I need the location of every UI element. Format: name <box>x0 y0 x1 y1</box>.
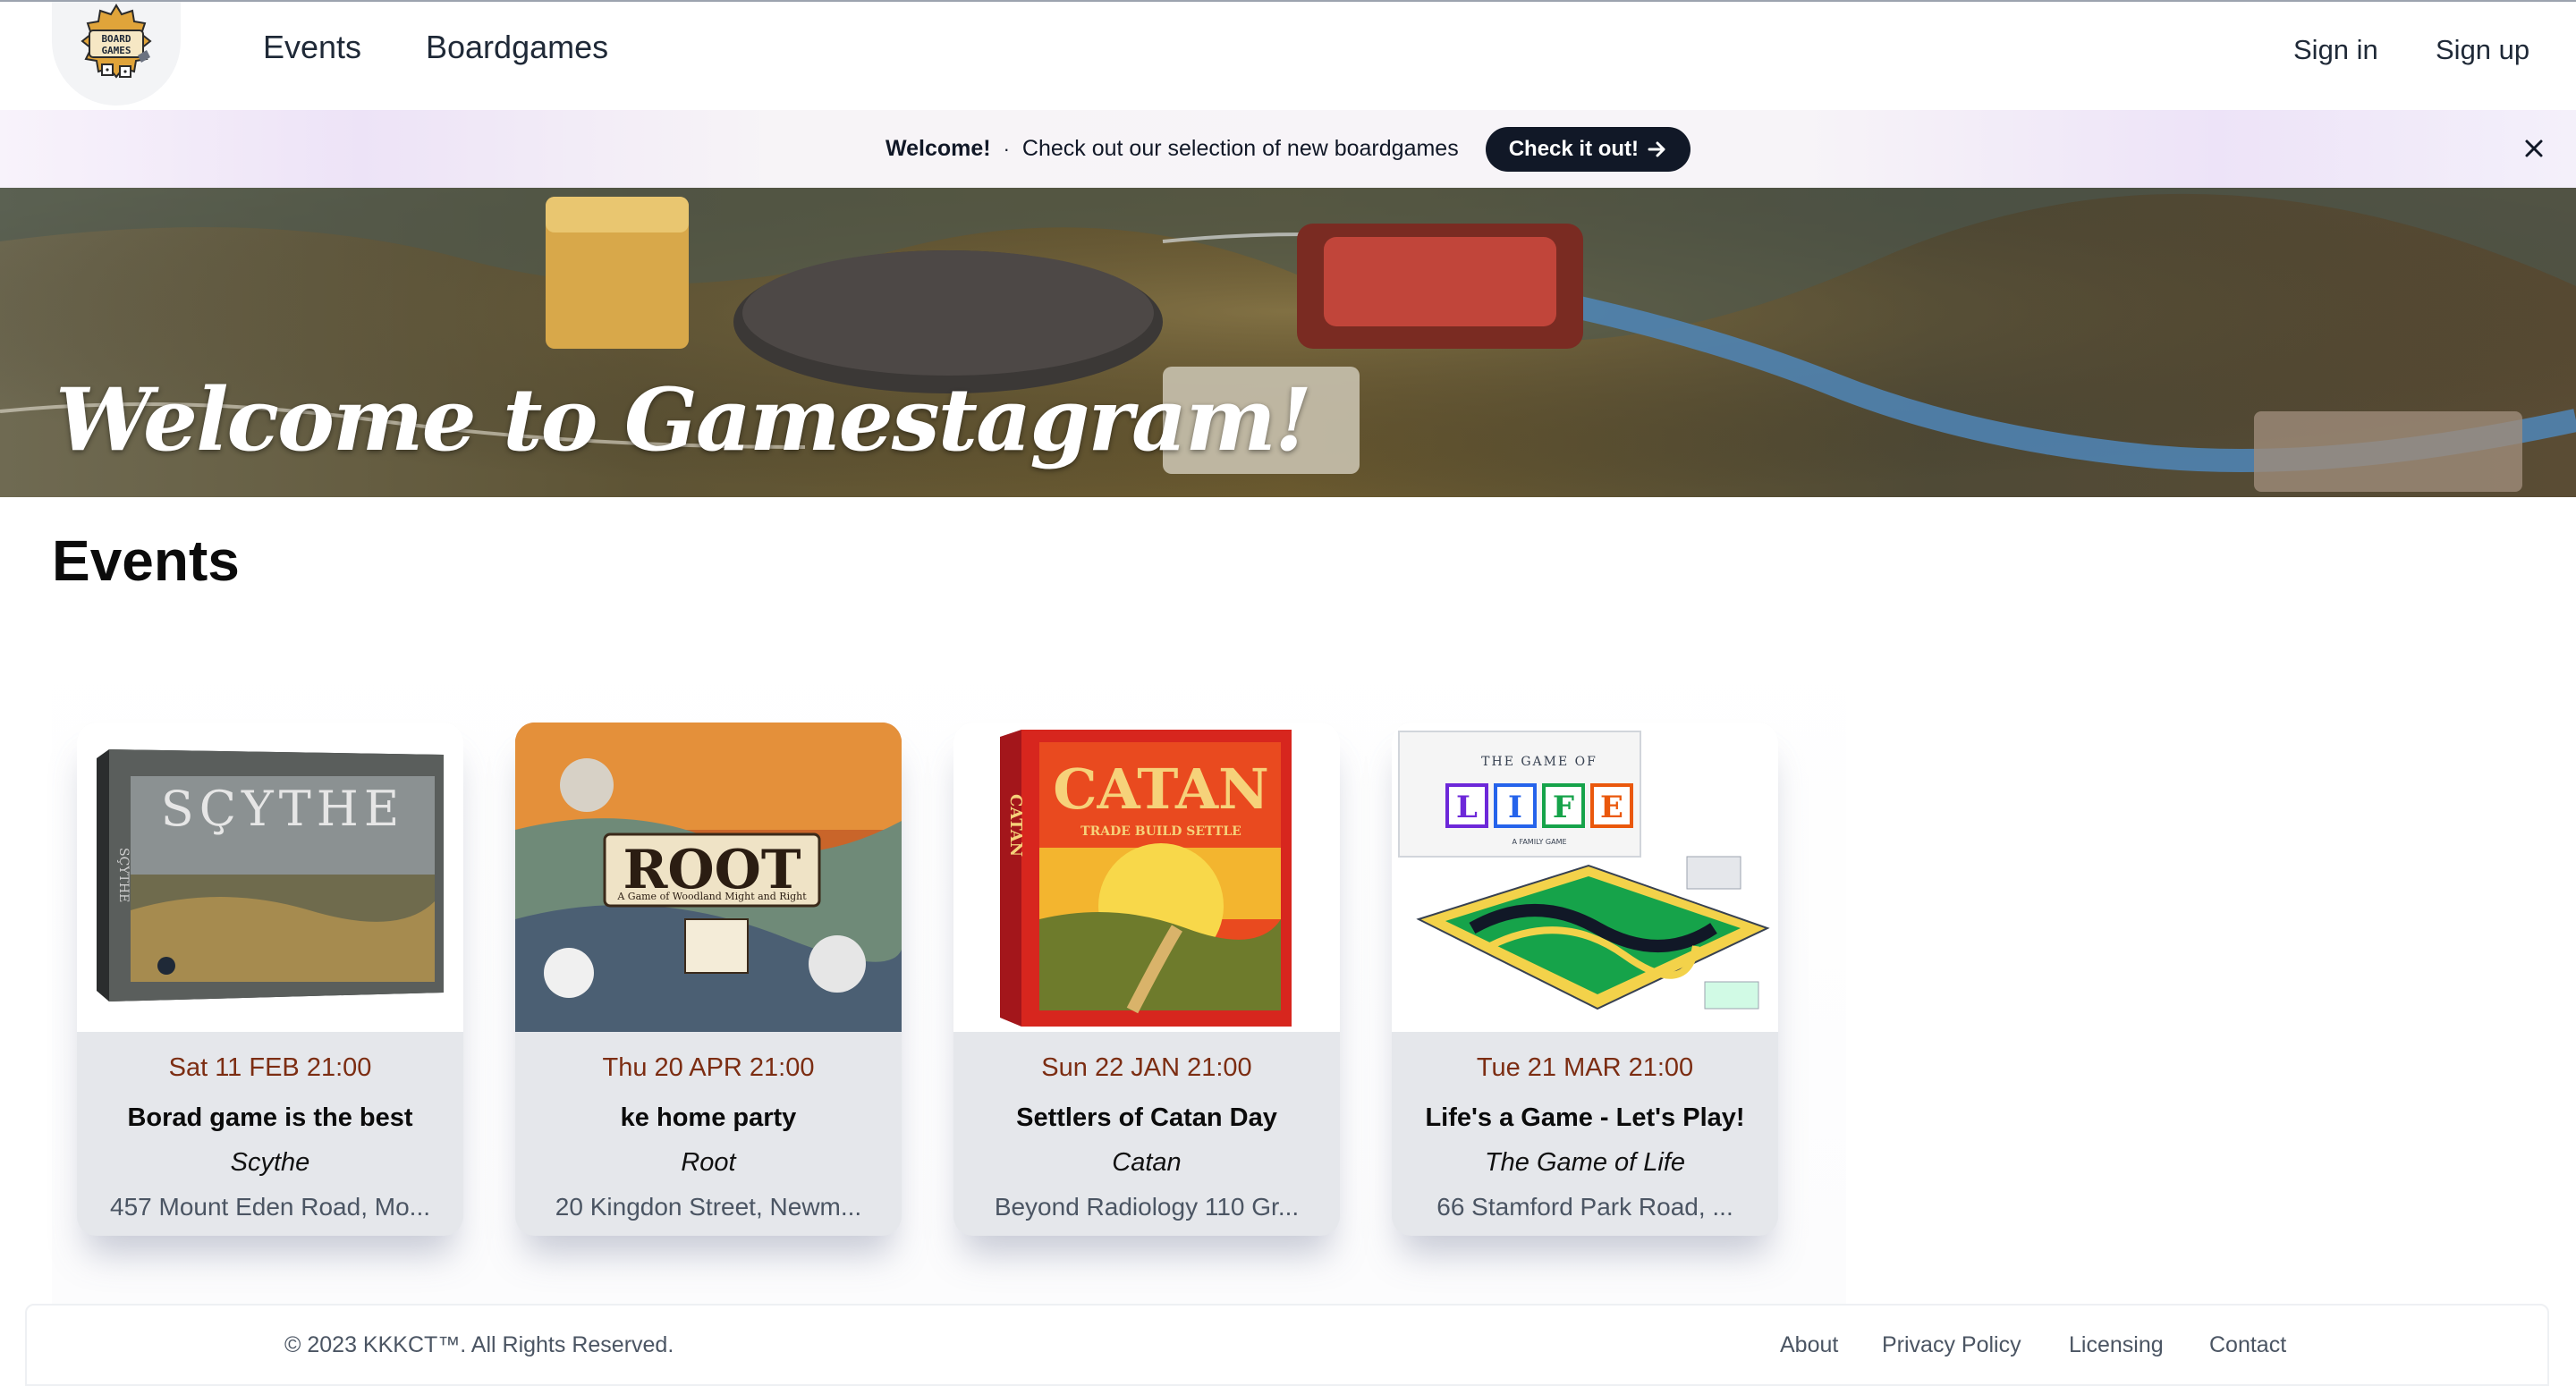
check-it-out-label: Check it out! <box>1508 136 1640 161</box>
event-name: ke home party <box>620 1103 797 1132</box>
svg-text:SÇYTHE: SÇYTHE <box>116 848 131 902</box>
event-card[interactable]: ROOT A Game of Woodland Might and Right … <box>515 723 902 1236</box>
logo-badge-icon: BOARD GAMES <box>80 4 152 79</box>
svg-text:CATAN: CATAN <box>1006 794 1025 857</box>
nav-link-events[interactable]: Events <box>263 27 361 68</box>
navbar: BOARD GAMES Events Boardgames Sign in Si… <box>0 2 2576 110</box>
banner-title: Welcome! <box>885 136 991 161</box>
event-date: Tue 21 MAR 21:00 <box>1476 1053 1694 1082</box>
hero-image: Welcome to Gamestagram! <box>0 188 2576 497</box>
svg-text:SÇYTHE: SÇYTHE <box>161 781 405 837</box>
svg-text:GAMES: GAMES <box>101 45 131 56</box>
game-of-life-box-image: THE GAME OF L I F E A FAMILY GAME <box>1392 723 1778 1032</box>
arrow-right-icon <box>1648 141 1665 156</box>
event-address: 66 Stamford Park Road, ... <box>1436 1193 1733 1221</box>
svg-text:L: L <box>1456 790 1478 825</box>
event-name: Life's a Game - Let's Play! <box>1425 1103 1745 1132</box>
event-date: Sat 11 FEB 21:00 <box>168 1053 372 1082</box>
svg-text:E: E <box>1600 790 1623 825</box>
sign-up-link[interactable]: Sign up <box>2436 30 2529 71</box>
svg-text:BOARD: BOARD <box>101 33 131 45</box>
root-box-image: ROOT A Game of Woodland Might and Right <box>515 723 902 1032</box>
close-icon <box>2525 139 2543 157</box>
event-card[interactable]: THE GAME OF L I F E A FAMILY GAME Tue 21… <box>1392 723 1778 1236</box>
footer: © 2023 KKKCT™. All Rights Reserved. Abou… <box>25 1304 2549 1386</box>
svg-text:CATAN: CATAN <box>1053 756 1269 822</box>
event-name: Borad game is the best <box>127 1103 413 1132</box>
event-card-image: SÇYTHE SÇYTHE <box>77 723 463 1032</box>
banner-separator: · <box>1003 137 1010 160</box>
event-date: Thu 20 APR 21:00 <box>602 1053 815 1082</box>
scythe-box-image: SÇYTHE SÇYTHE <box>77 723 463 1032</box>
svg-text:A FAMILY GAME: A FAMILY GAME <box>1512 838 1566 846</box>
svg-text:TRADE BUILD SETTLE: TRADE BUILD SETTLE <box>1080 824 1241 839</box>
footer-copyright: © 2023 KKKCT™. All Rights Reserved. <box>284 1332 674 1357</box>
banner-close-button[interactable] <box>2513 128 2555 169</box>
sign-in-link[interactable]: Sign in <box>2293 30 2378 71</box>
event-name: Settlers of Catan Day <box>1016 1103 1277 1132</box>
events-section-title: Events <box>52 528 240 593</box>
event-address: Beyond Radiology 110 Gr... <box>994 1193 1300 1221</box>
event-game: The Game of Life <box>1484 1148 1686 1177</box>
nav-link-boardgames[interactable]: Boardgames <box>426 27 608 68</box>
boardgames-logo[interactable]: BOARD GAMES <box>52 2 181 106</box>
event-card-image: THE GAME OF L I F E A FAMILY GAME <box>1392 723 1778 1032</box>
event-card[interactable]: CATAN TRADE BUILD SETTLE CATAN Sun 22 JA… <box>953 723 1340 1236</box>
footer-link-contact[interactable]: Contact <box>2209 1329 2286 1361</box>
banner-message: Check out our selection of new boardgame… <box>1021 136 1459 161</box>
event-date: Sun 22 JAN 21:00 <box>1041 1053 1252 1082</box>
event-address: 20 Kingdon Street, Newm... <box>555 1193 862 1221</box>
event-game: Root <box>681 1148 736 1177</box>
footer-link-privacy-policy[interactable]: Privacy Policy <box>1882 1329 2021 1361</box>
hero-title: Welcome to Gamestagram! <box>55 369 1312 470</box>
catan-box-image: CATAN TRADE BUILD SETTLE CATAN <box>953 723 1340 1032</box>
footer-link-licensing[interactable]: Licensing <box>2069 1329 2164 1361</box>
check-it-out-button[interactable]: Check it out! <box>1485 126 1691 172</box>
svg-text:A Game of Woodland Might and R: A Game of Woodland Might and Right <box>616 891 807 902</box>
event-card-image: CATAN TRADE BUILD SETTLE CATAN <box>953 723 1340 1032</box>
event-game: Catan <box>1112 1148 1182 1177</box>
footer-link-about[interactable]: About <box>1780 1329 1838 1361</box>
event-game: Scythe <box>230 1148 310 1177</box>
svg-text:I: I <box>1508 790 1522 825</box>
svg-text:F: F <box>1553 790 1574 825</box>
svg-text:THE GAME OF: THE GAME OF <box>1481 755 1597 769</box>
event-card[interactable]: SÇYTHE SÇYTHE Sat 11 FEB 21:00 Borad gam… <box>77 723 463 1236</box>
event-card-image: ROOT A Game of Woodland Might and Right <box>515 723 902 1032</box>
announcement-banner: Welcome! · Check out our selection of ne… <box>0 110 2576 188</box>
event-address: 457 Mount Eden Road, Mo... <box>110 1193 430 1221</box>
